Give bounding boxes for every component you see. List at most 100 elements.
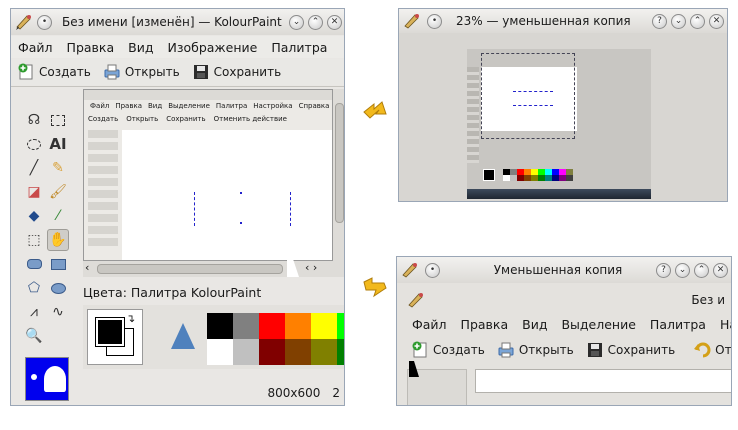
save-label: Сохранить: [213, 65, 282, 79]
window-menu-button[interactable]: •: [425, 262, 440, 278]
new-label: Создать: [433, 343, 485, 357]
help-button[interactable]: ?: [652, 13, 667, 29]
maximize-button[interactable]: ⌃: [694, 262, 709, 278]
kolourpaint-app-icon: [408, 293, 423, 308]
palette-swatch[interactable]: [207, 339, 233, 365]
minimize-button[interactable]: ⌄: [675, 262, 690, 278]
canvas-viewport[interactable]: Файл Правка Вид Выделение Палитра Настро…: [83, 89, 333, 261]
pencil-tool-icon[interactable]: ✎: [47, 157, 69, 179]
save-button[interactable]: Сохранить: [580, 341, 682, 359]
menu-palette[interactable]: Палитра: [264, 40, 334, 55]
menu-file[interactable]: Файл: [11, 40, 60, 55]
help-button[interactable]: ?: [656, 262, 671, 278]
undo-label: Отм: [715, 343, 731, 357]
brush-tool-icon[interactable]: 🖌: [47, 181, 69, 203]
new-button[interactable]: Создать: [405, 341, 491, 359]
mini-taskbar: [467, 189, 651, 199]
mini-tools: [467, 67, 479, 163]
close-button[interactable]: ✕: [327, 14, 342, 30]
swap-colors-icon[interactable]: ↴: [126, 312, 135, 325]
palette-swatch[interactable]: [259, 313, 285, 339]
menu-view[interactable]: Вид: [515, 317, 554, 332]
tool-box: ☊ AI ╱ ✎ ◪ 🖌 ◆ ⁄ ⬚ ✋ ⬠ ⩘ ∿ 🔍: [23, 109, 71, 347]
ellipse-select-tool-icon[interactable]: [23, 133, 45, 155]
minimize-button[interactable]: ⌄: [671, 13, 686, 29]
kolourpaint-app-icon[interactable]: [401, 261, 419, 279]
close-button[interactable]: ✕: [713, 262, 728, 278]
scroll-arrows[interactable]: ‹ ›: [305, 261, 317, 274]
mini-fg-swatch: [483, 169, 495, 181]
rect-select-tool-icon[interactable]: [47, 109, 69, 131]
reduced-titlebar[interactable]: • Уменьшенная копия ? ⌄ ⌃ ✕: [397, 257, 731, 283]
maximize-button[interactable]: ⌃: [690, 13, 705, 29]
save-button[interactable]: Сохранить: [186, 63, 288, 81]
main-titlebar[interactable]: • Без имени [изменён] — KolourPaint ⌄ ⌃ …: [11, 9, 344, 35]
palette-swatch[interactable]: [233, 339, 259, 365]
thumbnail-title: 23% — уменьшенная копия: [456, 14, 631, 28]
fg-bg-color-swatch[interactable]: ↴: [87, 309, 143, 365]
inner-dot-bottom: [240, 222, 242, 224]
polyline-tool-icon[interactable]: ⩘: [23, 301, 45, 323]
polygon-tool-icon[interactable]: ⬠: [23, 277, 45, 299]
menu-file[interactable]: Файл: [405, 317, 454, 332]
inner-menu-settings: Настройка: [253, 102, 293, 110]
palette-swatch[interactable]: [207, 313, 233, 339]
text-tool-icon[interactable]: AI: [47, 133, 69, 155]
color-eraser-tool-icon[interactable]: ✋: [47, 229, 69, 251]
maximize-button[interactable]: ⌃: [308, 14, 323, 30]
menu-edit[interactable]: Правка: [60, 40, 122, 55]
palette-swatch[interactable]: [233, 313, 259, 339]
inner-undo: Отменить действие: [213, 115, 287, 123]
ellipse-tool-icon[interactable]: [47, 277, 69, 299]
menu-image[interactable]: Изображение: [160, 40, 264, 55]
line-tool-icon[interactable]: ╱: [23, 157, 45, 179]
menu-palette[interactable]: Палитра: [643, 317, 713, 332]
thumbnail-content[interactable]: [399, 33, 727, 201]
free-select-tool-icon[interactable]: ☊: [23, 109, 45, 131]
palette-swatch[interactable]: [259, 339, 285, 365]
new-button[interactable]: Создать: [11, 63, 97, 81]
kolourpaint-app-icon[interactable]: [15, 13, 33, 31]
palette-swatch[interactable]: [285, 313, 311, 339]
horizontal-scrollbar[interactable]: ‹ ‹ ›: [83, 259, 344, 277]
inner-menu-help: Справка: [298, 102, 330, 110]
window-menu-button[interactable]: •: [37, 14, 52, 30]
rectangle-tool-icon[interactable]: [47, 253, 69, 275]
menu-settings-partial[interactable]: Наст: [713, 317, 731, 332]
horizontal-scroll-thumb[interactable]: [97, 264, 283, 274]
open-button[interactable]: Открыть: [491, 341, 580, 359]
thumbnail-window: • 23% — уменьшенная копия ? ⌄ ⌃ ✕: [398, 8, 728, 202]
eraser-tool-icon[interactable]: ◪: [23, 181, 45, 203]
minimize-button[interactable]: ⌄: [289, 14, 304, 30]
zoom-tool-icon[interactable]: 🔍: [23, 325, 45, 347]
fill-tool-icon[interactable]: ◆: [23, 205, 45, 227]
reduced-menubar: Файл Правка Вид Выделение Палитра Наст: [405, 313, 731, 335]
color-picker-tool-icon[interactable]: ⁄: [47, 205, 69, 227]
thumbnail-titlebar[interactable]: • 23% — уменьшенная копия ? ⌄ ⌃ ✕: [399, 9, 727, 33]
zoom-select-tool-icon[interactable]: ⬚: [23, 229, 45, 251]
close-button[interactable]: ✕: [709, 13, 724, 29]
window-menu-button[interactable]: •: [427, 13, 442, 29]
menu-edit[interactable]: Правка: [454, 317, 516, 332]
open-button[interactable]: Открыть: [97, 63, 186, 81]
inner-dot-top: [240, 192, 242, 194]
undo-button[interactable]: Отм: [687, 341, 731, 359]
curve-tool-icon[interactable]: ∿: [47, 301, 69, 323]
save-label: Сохранить: [607, 343, 676, 357]
color-similarity-pyramid-icon[interactable]: [171, 323, 195, 349]
foreground-color[interactable]: [95, 317, 125, 347]
reduced-canvas[interactable]: [475, 369, 731, 393]
vertical-scrollbar[interactable]: [333, 89, 344, 261]
palette-swatch[interactable]: [311, 313, 337, 339]
rounded-rect-tool-icon[interactable]: [23, 253, 45, 275]
palette-swatch[interactable]: [337, 339, 344, 365]
vertical-scroll-thumb[interactable]: [335, 103, 344, 223]
menu-select[interactable]: Выделение: [554, 317, 642, 332]
inner-dashed-left: [194, 192, 195, 226]
kolourpaint-app-icon[interactable]: [403, 12, 421, 30]
scroll-left-arrow[interactable]: ‹: [85, 261, 89, 274]
palette-swatch[interactable]: [311, 339, 337, 365]
menu-view[interactable]: Вид: [121, 40, 160, 55]
palette-swatch[interactable]: [285, 339, 311, 365]
palette-swatch[interactable]: [337, 313, 344, 339]
